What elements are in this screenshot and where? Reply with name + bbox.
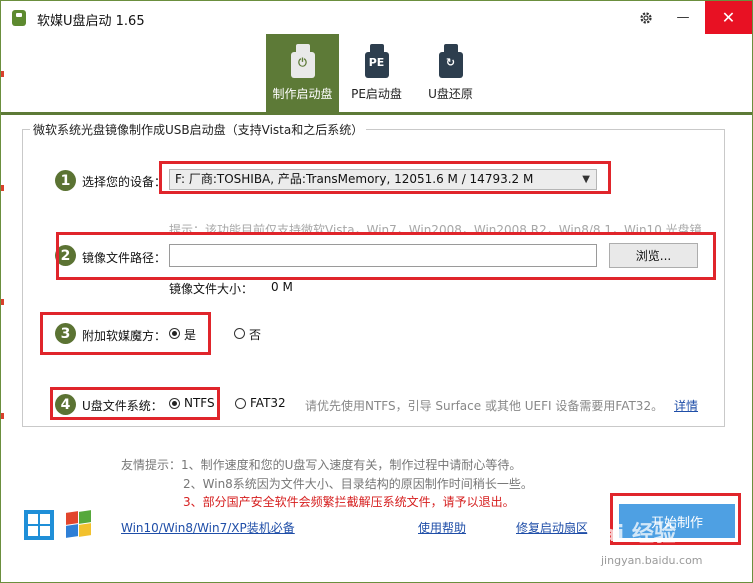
step-1-badge: 1 (55, 170, 76, 191)
edge-fragment (1, 299, 4, 305)
watermark-text: Bai 经验 (585, 522, 676, 547)
tab-pe-boot-disk[interactable]: PE PE启动盘 (340, 34, 413, 112)
image-size-value: 0 M (271, 280, 293, 294)
tab-usb-restore[interactable]: ↻ U盘还原 (414, 34, 487, 112)
tip-line-2: 2、Win8系统因为文件大小、目录结构的原因制作时间稍长一些。 (183, 477, 533, 491)
help-link[interactable]: 使用帮助 (418, 519, 466, 536)
tab-label: U盘还原 (428, 87, 473, 101)
highlight-box-addon (40, 312, 211, 355)
fs-details-link[interactable]: 详情 (674, 397, 698, 414)
tip-line-1: 友情提示：1、制作速度和您的U盘写入速度有关，制作过程中请耐心等待。 (121, 458, 522, 472)
edge-fragment (1, 71, 4, 77)
highlight-box-device (159, 161, 611, 194)
settings-button[interactable] (629, 1, 663, 34)
edge-fragment (1, 185, 4, 191)
tab-label: PE启动盘 (351, 87, 402, 101)
install-essentials-link[interactable]: Win10/Win8/Win7/XP装机必备 (121, 519, 295, 536)
device-label: 选择您的设备： (82, 175, 167, 189)
addon-no-radio[interactable] (234, 328, 245, 339)
tab-label: 制作启动盘 (272, 87, 333, 101)
group-title: 微软系统光盘镜像制作成USB启动盘（支持Vista和之后系统） (30, 121, 367, 138)
app-logo-icon (12, 10, 26, 26)
windows-xp-logo-icon (63, 508, 93, 540)
fs-fat32-label[interactable]: FAT32 (250, 396, 286, 410)
minimize-button[interactable]: — (666, 1, 700, 34)
addon-no-label[interactable]: 否 (249, 326, 261, 343)
highlight-box-fs (50, 387, 220, 420)
windows-logo-icon (24, 510, 54, 540)
usb-pe-icon: PE (362, 44, 392, 78)
window-title: 软媒U盘启动 1.65 (37, 14, 145, 29)
tip-line-3: 3、部分国产安全软件会频繁拦截解压系统文件，请予以退出。 (183, 495, 515, 509)
gear-icon (640, 11, 652, 24)
tab-make-boot-disk[interactable]: ⏻ 制作启动盘 (266, 34, 339, 112)
highlight-box-image (56, 232, 716, 280)
app-window: 软媒U盘启动 1.65 — ✕ ⏻ 制作启动盘 PE PE启动盘 ↻ U盘还原 … (0, 0, 753, 583)
main-tabs: ⏻ 制作启动盘 PE PE启动盘 ↻ U盘还原 (1, 34, 752, 112)
fs-note: 请优先使用NTFS，引导 Surface 或其他 UEFI 设备需要用FAT32… (305, 399, 664, 413)
edge-fragment (1, 413, 4, 419)
image-size-label: 镜像文件大小： (169, 282, 254, 296)
watermark-url: jingyan.baidu.com (601, 554, 703, 567)
usb-restore-icon: ↻ (436, 44, 466, 78)
header-divider (1, 112, 752, 115)
fs-fat32-radio[interactable] (235, 398, 246, 409)
usb-power-icon: ⏻ (288, 44, 318, 78)
title-bar: 软媒U盘启动 1.65 — ✕ (1, 1, 752, 34)
repair-boot-sector-link[interactable]: 修复启动扇区 (516, 519, 588, 536)
close-button[interactable]: ✕ (705, 1, 752, 34)
